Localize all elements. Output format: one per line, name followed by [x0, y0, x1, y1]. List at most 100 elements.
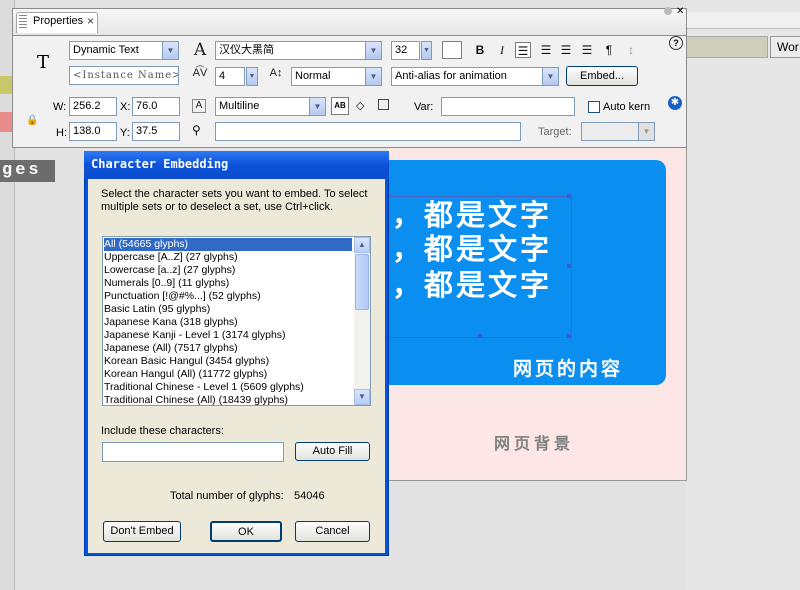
panel-close-icon[interactable]: ✕ [676, 6, 684, 17]
app-toolbar-strip [686, 12, 800, 29]
letter-spacing-field[interactable]: 4 [215, 67, 245, 86]
font-size-field[interactable]: 32 [391, 41, 420, 60]
list-item[interactable]: Traditional Chinese - Level 1 (5609 glyp… [104, 381, 304, 394]
total-glyphs-label: Total number of glyphs: [170, 490, 284, 502]
list-item[interactable]: Lowercase [a..z] (27 glyphs) [104, 264, 235, 277]
properties-titlebar [12, 8, 687, 36]
list-item[interactable]: Numerals [0..9] (11 glyphs) [104, 277, 229, 290]
list-item[interactable]: Korean Hangul (All) (11772 glyphs) [104, 368, 267, 381]
x-field[interactable]: 76.0 [132, 97, 180, 116]
stage-left-label: ges [0, 160, 55, 182]
chevron-down-icon[interactable]: ▼ [162, 42, 178, 59]
text-type-select[interactable]: Dynamic Text ▼ [69, 41, 179, 60]
var-input[interactable] [441, 97, 575, 116]
anti-alias-select[interactable]: Anti-alias for animation ▼ [391, 67, 559, 86]
list-item[interactable]: Japanese (All) (7517 glyphs) [104, 342, 238, 355]
include-characters-input[interactable] [102, 442, 284, 462]
app-tan-bar [686, 36, 768, 58]
selection-handle[interactable] [478, 334, 482, 338]
auto-kern-checkbox[interactable] [588, 101, 600, 113]
align-left-icon[interactable]: ☰ [515, 42, 531, 58]
bold-icon[interactable]: B [472, 42, 488, 58]
line-type-value: Multiline [219, 100, 260, 112]
letter-spacing-dropdown-icon[interactable]: ▼ [246, 67, 258, 86]
link-icon: ⚲ [192, 123, 201, 137]
font-family-select[interactable]: 汉仪大黑简 ▼ [215, 41, 382, 60]
selection-handle[interactable] [567, 334, 571, 338]
list-item[interactable]: Basic Latin (95 glyphs) [104, 303, 210, 316]
dialog-instructions-line: Select the character sets you want to em… [101, 188, 368, 200]
w-label: W: [53, 101, 67, 113]
align-center-icon[interactable]: ☰ [538, 42, 554, 58]
letter-spacing-icon: A͡V [192, 67, 208, 79]
list-item[interactable]: Japanese Kanji - Level 1 (3174 glyphs) [104, 329, 286, 342]
list-item[interactable]: Punctuation [!@#%...] (52 glyphs) [104, 290, 261, 303]
char-position-select[interactable]: Normal ▼ [291, 67, 382, 86]
lock-icon[interactable]: 🔒 [26, 115, 38, 126]
target-select[interactable]: ▼ [581, 122, 655, 141]
scroll-up-icon[interactable]: ▲ [354, 237, 370, 253]
orientation-icon: ↕ [628, 43, 634, 57]
font-size-icon: A↕ [269, 67, 283, 79]
scrollbar-thumb[interactable] [355, 254, 369, 310]
paragraph-icon[interactable]: ¶ [601, 42, 617, 58]
layer-marker-red [0, 112, 12, 132]
web-background-label: 网页背景 [494, 434, 575, 453]
y-label: Y: [120, 127, 130, 139]
list-item[interactable]: Traditional Chinese (All) (18439 glyphs) [104, 394, 288, 407]
app-right-area [686, 0, 800, 590]
auto-fill-button[interactable]: Auto Fill [295, 442, 370, 461]
anti-alias-value: Anti-alias for animation [395, 70, 507, 82]
chevron-down-icon[interactable]: ▼ [365, 42, 381, 59]
dialog-instructions-line: multiple sets or to deselect a set, use … [101, 201, 334, 213]
chevron-down-icon[interactable]: ▼ [542, 68, 558, 85]
list-item[interactable]: Korean Basic Hangul (3454 glyphs) [104, 355, 269, 368]
line-type-select[interactable]: Multiline ▼ [215, 97, 326, 116]
h-label: H: [56, 127, 67, 139]
font-size-dropdown-icon[interactable]: ▼ [421, 41, 432, 60]
dont-embed-button[interactable]: Don't Embed [103, 521, 181, 542]
close-icon[interactable]: × [87, 14, 94, 28]
instance-name-input[interactable]: <Instance Name> [69, 66, 179, 85]
justify-icon[interactable]: ☰ [579, 42, 595, 58]
y-field[interactable]: 37.5 [132, 122, 180, 141]
format-icon[interactable]: A [192, 99, 206, 113]
var-label: Var: [414, 101, 434, 113]
x-label: X: [120, 101, 131, 113]
cancel-button[interactable]: Cancel [295, 521, 370, 542]
url-input[interactable] [215, 122, 521, 141]
list-item[interactable]: Japanese Kana (318 glyphs) [104, 316, 238, 329]
web-content-label: 网页的内容 [513, 358, 624, 380]
embed-button[interactable]: Embed... [566, 66, 638, 86]
align-right-icon[interactable]: ☰ [558, 42, 574, 58]
chevron-down-icon[interactable]: ▼ [309, 98, 325, 115]
ok-button[interactable]: OK [210, 521, 282, 542]
list-item[interactable]: All (54665 glyphs) [104, 238, 352, 251]
chevron-down-icon[interactable]: ▼ [365, 68, 381, 85]
width-field[interactable]: 256.2 [69, 97, 117, 116]
include-label: Include these characters: [101, 425, 224, 437]
total-glyphs-value: 54046 [294, 490, 325, 502]
font-family-icon: A [193, 40, 207, 60]
selection-handle[interactable] [567, 194, 571, 198]
panel-options-icon[interactable] [664, 7, 672, 15]
selection-handle[interactable] [567, 264, 571, 268]
text-type-value: Dynamic Text [73, 44, 139, 56]
border-toggle-icon[interactable] [378, 99, 389, 110]
italic-icon[interactable]: I [494, 42, 510, 58]
html-render-icon[interactable]: ◇ [356, 99, 364, 112]
selectable-toggle[interactable]: AB [331, 97, 349, 115]
help-icon[interactable]: ? [669, 36, 683, 50]
chevron-down-icon[interactable]: ▼ [638, 123, 654, 140]
height-field[interactable]: 138.0 [69, 122, 117, 141]
workspace-button[interactable]: Wor [770, 36, 800, 58]
text-color-swatch[interactable] [442, 41, 462, 59]
list-item[interactable]: Uppercase [A..Z] (27 glyphs) [104, 251, 238, 264]
scroll-down-icon[interactable]: ▼ [354, 389, 370, 405]
text-selection-box[interactable] [388, 196, 572, 338]
tab-properties-label: Properties [33, 15, 84, 27]
grip-icon[interactable] [19, 15, 27, 29]
target-label: Target: [538, 126, 572, 138]
accessibility-icon[interactable]: ✱ [668, 96, 682, 110]
font-family-value: 汉仪大黑简 [219, 44, 274, 56]
